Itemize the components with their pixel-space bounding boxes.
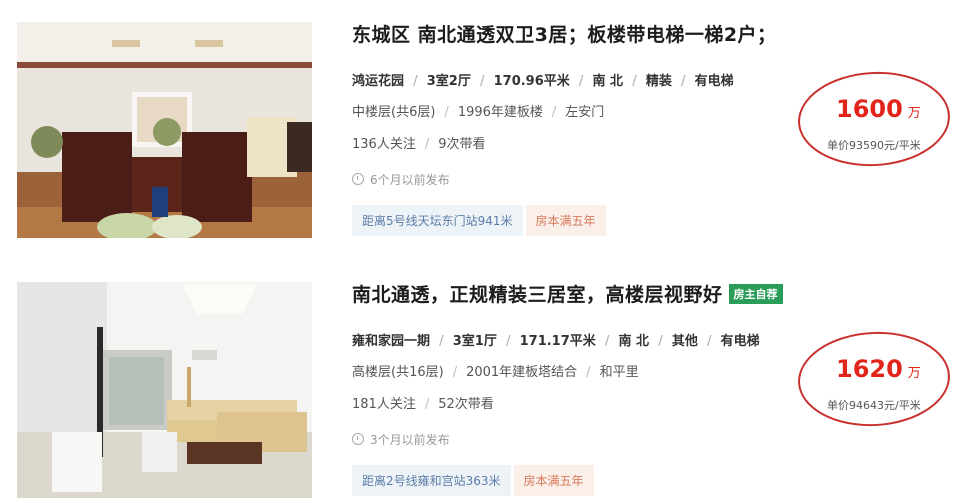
build-year: 2001年建板塔结合 — [466, 365, 578, 380]
viewing-count: 9次带看 — [438, 137, 486, 152]
floor-area: 171.17平米 — [519, 334, 596, 349]
separator: / — [706, 334, 712, 349]
district-link[interactable]: 和平里 — [600, 365, 639, 380]
publish-time-text: 3个月以前发布 — [370, 433, 450, 447]
elevator: 有电梯 — [720, 334, 760, 349]
unit-price: 单价93590元/平米 — [827, 139, 921, 152]
orientation: 南 北 — [592, 74, 624, 89]
separator: / — [424, 137, 430, 152]
separator: / — [413, 74, 418, 89]
orientation: 南 北 — [618, 334, 650, 349]
tax-tag: 房本满五年 — [513, 465, 594, 496]
viewing-count: 52次带看 — [438, 397, 494, 412]
living-room-photo — [17, 22, 312, 238]
house-info: 鸿运花园 / 3室2厅 / 170.96平米 / 南 北 / 精装 / 有电梯 — [352, 70, 734, 89]
publish-time: 3个月以前发布 — [352, 431, 450, 448]
follow-info: 181人关注 / 52次带看 — [352, 393, 494, 412]
separator: / — [505, 334, 511, 349]
clock-icon — [352, 173, 364, 185]
decoration: 精装 — [645, 74, 672, 89]
district-link[interactable]: 左安门 — [565, 105, 604, 120]
listing-photo[interactable] — [17, 282, 312, 498]
listing-card[interactable]: 东城区 南北通透双卫3居；板楼带电梯一梯2户； 鸿运花园 / 3室2厅 / 170.96… — [0, 0, 961, 238]
separator: / — [658, 334, 663, 349]
price-unit: 万 — [907, 106, 921, 121]
subway-tag: 距离5号线天坛东门站941米 — [352, 205, 523, 236]
separator: / — [604, 334, 610, 349]
subway-tag: 距离2号线雍和宫站363米 — [352, 465, 511, 496]
elevator: 有电梯 — [694, 74, 734, 89]
listing-photo[interactable] — [17, 22, 312, 238]
build-year: 1996年建板楼 — [457, 105, 543, 120]
listing-title[interactable]: 东城区 南北通透双卫3居；板楼带电梯一梯2户； — [352, 20, 777, 47]
separator: / — [452, 365, 458, 380]
price-unit: 万 — [907, 366, 921, 381]
separator: / — [578, 74, 584, 89]
tag-list: 距离2号线雍和宫站363米 房本满五年 — [352, 465, 597, 496]
total-price-value: 1620 — [836, 355, 903, 383]
listing-card[interactable]: 南北通透，正规精装三居室，高楼层视野好 房主自荐 雍和家园一期 / 3室1厅 / 171.… — [0, 260, 961, 498]
publish-time-text: 6个月以前发布 — [370, 173, 450, 187]
separator: / — [680, 74, 686, 89]
separator: / — [551, 105, 557, 120]
decoration: 其他 — [671, 334, 698, 349]
community-name[interactable]: 雍和家园一期 — [352, 334, 430, 349]
follower-count: 136人关注 — [352, 137, 416, 152]
separator: / — [424, 397, 430, 412]
total-price: 1620 万 — [836, 355, 921, 383]
room-layout: 3室1厅 — [452, 334, 497, 349]
tag-list: 距离5号线天坛东门站941米 房本满五年 — [352, 205, 609, 236]
listing-title[interactable]: 南北通透，正规精装三居室，高楼层视野好 房主自荐 — [352, 280, 783, 307]
separator: / — [586, 365, 591, 380]
separator: / — [444, 105, 449, 120]
publish-time: 6个月以前发布 — [352, 171, 450, 188]
position-info: 中楼层(共6层) / 1996年建板楼 / 左安门 — [352, 101, 604, 120]
house-info: 雍和家园一期 / 3室1厅 / 171.17平米 / 南 北 / 其他 / 有电梯 — [352, 330, 760, 349]
floor-level: 中楼层(共6层) — [352, 105, 436, 120]
position-info: 高楼层(共16层) / 2001年建板塔结合 / 和平里 — [352, 361, 639, 380]
listing-title-text[interactable]: 东城区 南北通透双卫3居；板楼带电梯一梯2户； — [352, 24, 777, 46]
tax-tag: 房本满五年 — [525, 205, 606, 236]
living-room-photo — [17, 282, 312, 498]
room-layout: 3室2厅 — [426, 74, 471, 89]
floor-level: 高楼层(共16层) — [352, 365, 444, 380]
separator: / — [479, 74, 485, 89]
owner-recommend-badge: 房主自荐 — [728, 284, 783, 304]
unit-price: 单价94643元/平米 — [827, 399, 921, 412]
community-name[interactable]: 鸿运花园 — [352, 74, 404, 89]
listing-title-text[interactable]: 南北通透，正规精装三居室，高楼层视野好 — [352, 284, 723, 306]
follower-count: 181人关注 — [352, 397, 416, 412]
clock-icon — [352, 433, 364, 445]
total-price: 1600 万 — [836, 95, 921, 123]
separator: / — [439, 334, 444, 349]
separator: / — [632, 74, 637, 89]
floor-area: 170.96平米 — [493, 74, 570, 89]
follow-info: 136人关注 / 9次带看 — [352, 133, 486, 152]
total-price-value: 1600 — [836, 95, 903, 123]
